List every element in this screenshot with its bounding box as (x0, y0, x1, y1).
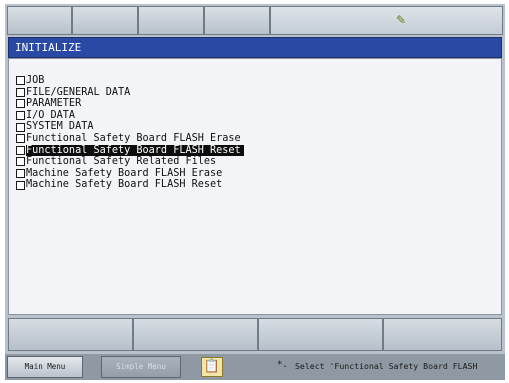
clipboard-icon[interactable]: 📋 (201, 357, 223, 377)
list-item-label: Machine Safety Board FLASH Erase (26, 167, 223, 179)
list-item[interactable]: Machine Safety Board FLASH Erase (16, 168, 244, 180)
status-bar: Main Menu Simple Menu 📋 *. Select 'Funct… (5, 354, 505, 380)
checkbox[interactable] (16, 169, 25, 179)
function-button-row (8, 318, 502, 351)
list-item-label: Functional Safety Board FLASH Erase (26, 132, 241, 144)
list-item-label: PARAMETER (26, 98, 82, 110)
top-tab-4[interactable] (204, 6, 270, 35)
checkbox[interactable] (16, 134, 25, 144)
initialize-list-panel: JOB FILE/GENERAL DATA PARAMETER I/O DATA SYS… (8, 58, 502, 315)
checkbox[interactable] (16, 99, 25, 109)
checkbox[interactable] (16, 157, 25, 167)
status-message: Select 'Functional Safety Board FLASH (295, 361, 478, 371)
tool-icon: ✎ (395, 13, 407, 27)
function-button-1[interactable] (8, 318, 133, 351)
checkbox[interactable] (16, 145, 25, 155)
list-item[interactable]: SYSTEM DATA (16, 121, 244, 133)
list-item[interactable]: I/O DATA (16, 110, 244, 122)
function-button-2[interactable] (133, 318, 258, 351)
window-title-bar: INITIALIZE (8, 37, 502, 58)
checkbox[interactable] (16, 87, 25, 97)
page-title: INITIALIZE (15, 41, 82, 54)
top-tab-3[interactable] (138, 6, 204, 35)
list-item-label: Functional Safety Board FLASH Reset (26, 144, 244, 157)
list-item-label: Functional Safety Related Files (26, 156, 217, 168)
list-item[interactable]: Functional Safety Related Files (16, 156, 244, 168)
list-item[interactable]: FILE/GENERAL DATA (16, 87, 244, 99)
list-item[interactable]: Functional Safety Board FLASH Reset (16, 144, 244, 157)
list-item[interactable]: Functional Safety Board FLASH Erase (16, 133, 244, 145)
list-item-label: FILE/GENERAL DATA (26, 86, 131, 98)
simple-menu-button[interactable]: Simple Menu (101, 356, 181, 378)
list-item-label: Machine Safety Board FLASH Reset (26, 179, 223, 191)
checkbox[interactable] (16, 111, 25, 121)
checkbox[interactable] (16, 76, 25, 86)
list-item-label: I/O DATA (26, 109, 76, 121)
top-tab-5[interactable]: ✎ (270, 6, 503, 35)
list-item[interactable]: Machine Safety Board FLASH Reset (16, 179, 244, 191)
function-button-4[interactable] (383, 318, 502, 351)
top-tab-1[interactable] (7, 6, 72, 35)
checkbox[interactable] (16, 180, 25, 190)
list-item-label: JOB (26, 75, 45, 86)
top-tab-2[interactable] (72, 6, 138, 35)
list-item[interactable]: PARAMETER (16, 98, 244, 110)
status-indicator: *. (277, 360, 288, 370)
function-button-3[interactable] (258, 318, 383, 351)
list-item-label: SYSTEM DATA (26, 121, 94, 133)
checkbox[interactable] (16, 122, 25, 132)
list-item[interactable]: JOB (16, 75, 244, 87)
main-menu-button[interactable]: Main Menu (7, 356, 83, 378)
initialize-item-list: JOB FILE/GENERAL DATA PARAMETER I/O DATA SYS… (16, 75, 244, 191)
top-tab-strip: ✎ (5, 4, 505, 37)
pendant-screen: ✎ INITIALIZE JOB FILE/GENERAL DATA PARAMET… (5, 4, 505, 380)
